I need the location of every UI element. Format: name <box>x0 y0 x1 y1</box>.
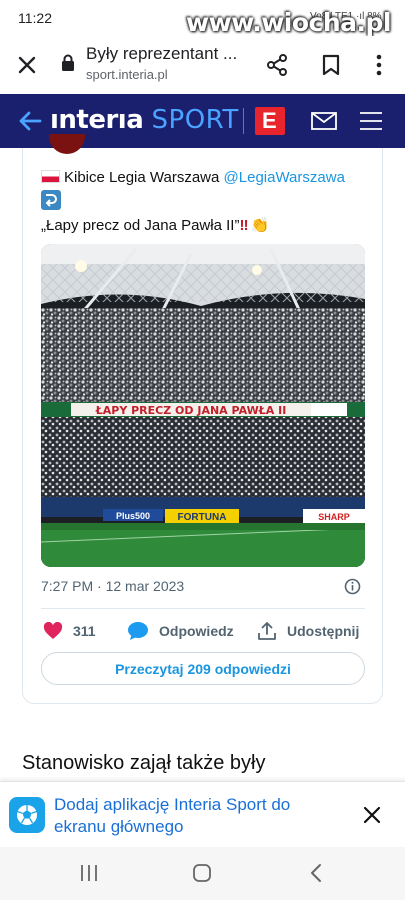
share-upload-icon <box>258 622 276 640</box>
brand-name: ınterıa <box>50 105 144 135</box>
info-icon <box>344 578 361 595</box>
stadium-photo: ŁAPY PRECZ OD JANA PAWŁA II Plus500 FORT… <box>41 244 365 567</box>
reply-icon <box>128 622 148 640</box>
author-handle[interactable]: @LegiaWarszawa <box>224 169 345 186</box>
close-icon <box>363 806 381 824</box>
close-icon <box>18 56 36 74</box>
watermark: www.wiocha.pl <box>186 8 391 37</box>
recent-apps-icon <box>81 865 97 881</box>
mail-icon <box>311 112 337 130</box>
interia-sport-logo[interactable]: ınterıa SPORT <box>50 105 239 135</box>
reply-label: Odpowiedz <box>159 623 234 639</box>
double-exclamation-icon: ‼ <box>239 217 248 234</box>
close-banner-button[interactable] <box>360 803 384 827</box>
hamburger-icon <box>360 112 382 130</box>
back-button[interactable] <box>16 106 44 136</box>
poland-flag-icon <box>41 170 60 183</box>
share-icon <box>267 54 287 76</box>
add-to-home-screen-text[interactable]: Dodaj aplikację Interia Sport do ekranu … <box>54 794 324 838</box>
eleven-sports-logo[interactable]: E <box>255 107 285 135</box>
share-label: Udostępnij <box>287 623 360 639</box>
like-count: 311 <box>73 623 96 639</box>
page-url[interactable]: sport.interia.pl <box>86 67 168 82</box>
tweet-photo[interactable]: ŁAPY PRECZ OD JANA PAWŁA II Plus500 FORT… <box>41 244 365 567</box>
tweet-author: Kibice Legia Warszawa @LegiaWarszawa <box>41 169 345 186</box>
actions-divider <box>41 608 365 609</box>
heart-icon <box>43 622 63 639</box>
add-app-banner: Dodaj aplikację Interia Sport do ekranu … <box>0 781 405 847</box>
tweet-text: „Łapy precz od Jana Pawła II”‼ 👏 <box>41 216 269 234</box>
photo-banner-text: ŁAPY PRECZ OD JANA PAWŁA II <box>95 404 287 417</box>
header-divider <box>243 108 244 134</box>
like-button[interactable]: 311 <box>43 621 96 641</box>
status-time: 11:22 <box>18 10 52 26</box>
embedded-tweet: Kibice Legia Warszawa @LegiaWarszawa „Ła… <box>22 134 383 704</box>
status-bar: 11:22 Vo8 LTE1 ·ıl 8% www.wiocha.pl <box>0 0 405 37</box>
bookmark-icon <box>322 54 340 76</box>
tweet-text-content: „Łapy precz od Jana Pawła II” <box>41 217 240 234</box>
lock-icon <box>60 53 76 71</box>
back-nav-button[interactable] <box>306 862 326 884</box>
system-navigation-bar <box>0 847 405 900</box>
ad-board-plus500: Plus500 <box>116 511 150 521</box>
avatar[interactable] <box>49 134 85 154</box>
e-logo-letter: E <box>262 108 277 133</box>
author-name[interactable]: Kibice Legia Warszawa <box>64 169 219 186</box>
ad-board-sharp: SHARP <box>318 512 350 522</box>
soccer-ball-icon <box>17 805 37 825</box>
reply-button[interactable]: Odpowiedz <box>127 621 234 641</box>
section-name: SPORT <box>151 105 239 135</box>
back-arrow-icon <box>19 111 42 131</box>
tweet-timestamp[interactable]: 7:27 PM · 12 mar 2023 <box>41 578 184 594</box>
page-title[interactable]: Były reprezentant ... <box>86 44 256 64</box>
more-options-button[interactable] <box>364 50 394 80</box>
ad-board-fortuna: FORTUNA <box>178 512 227 523</box>
article-paragraph: Stanowisko zajął także były <box>22 752 266 774</box>
info-button[interactable] <box>344 578 361 595</box>
browser-toolbar: Były reprezentant ... sport.interia.pl <box>0 36 405 94</box>
interia-sport-app-icon[interactable] <box>9 797 45 833</box>
close-tab-button[interactable] <box>12 50 42 80</box>
home-icon <box>193 864 211 882</box>
recent-apps-button[interactable] <box>78 864 100 882</box>
read-replies-button[interactable]: Przeczytaj 209 odpowiedzi <box>41 652 365 685</box>
return-arrow-icon <box>41 190 61 210</box>
share-tweet-button[interactable]: Udostępnij <box>257 621 359 641</box>
share-button[interactable] <box>262 50 292 80</box>
mail-button[interactable] <box>309 108 339 134</box>
home-button[interactable] <box>192 863 212 883</box>
clapping-hands-icon: 👏 <box>250 217 270 234</box>
bookmark-button[interactable] <box>316 50 346 80</box>
more-vertical-icon <box>376 54 382 76</box>
back-icon <box>311 864 321 882</box>
menu-button[interactable] <box>358 107 384 135</box>
